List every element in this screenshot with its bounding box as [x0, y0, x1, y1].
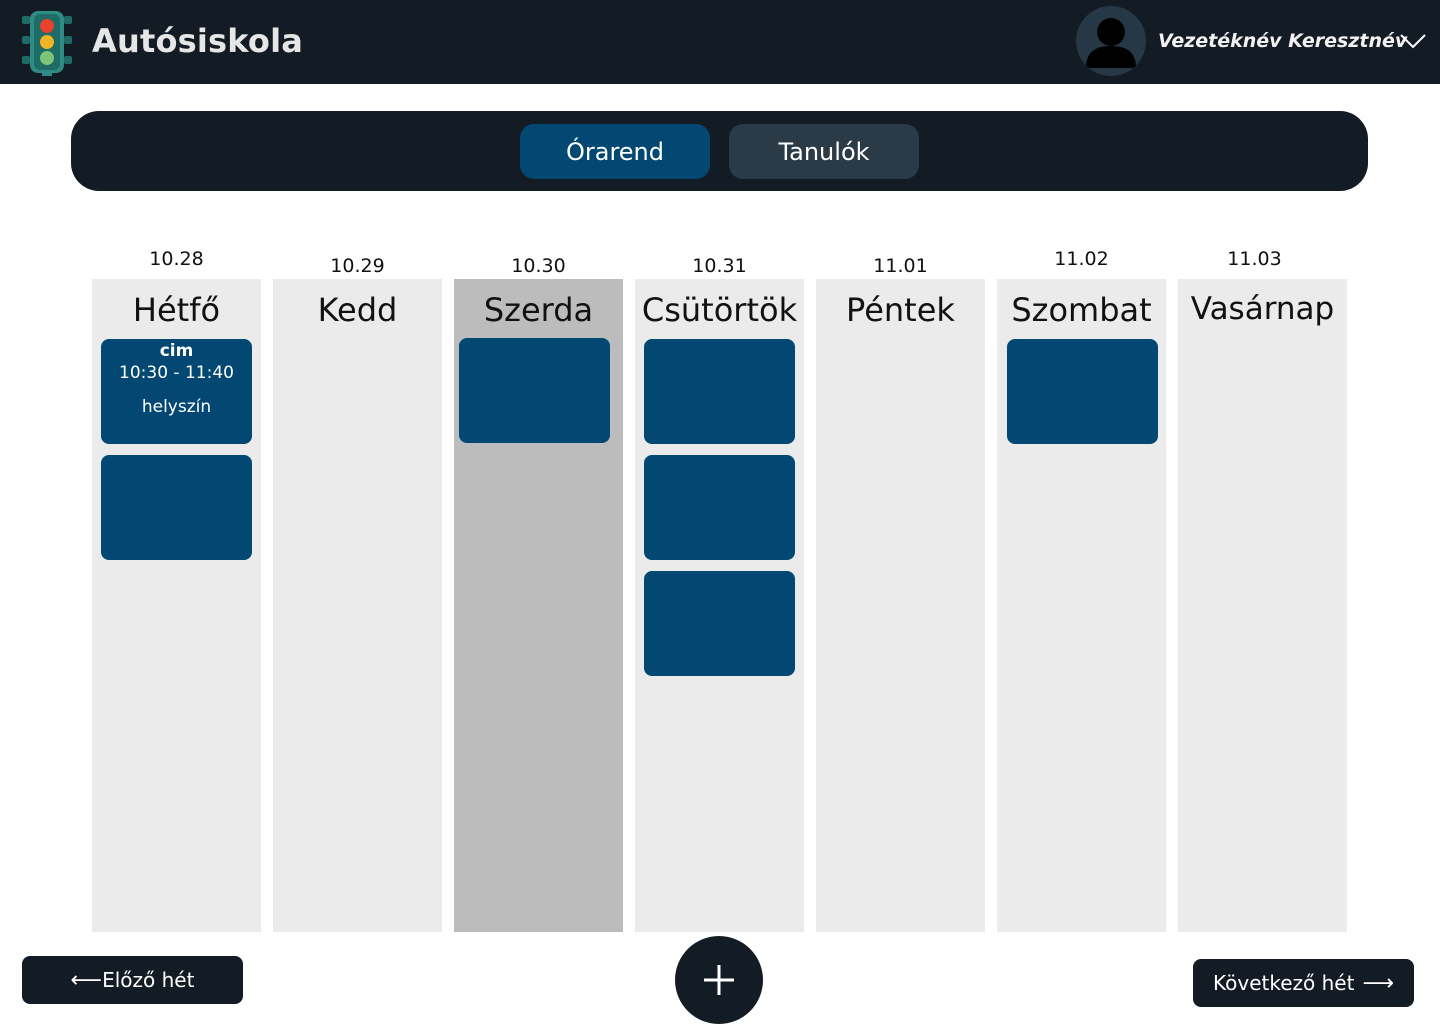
event-card[interactable]	[644, 455, 795, 560]
day-name: Kedd	[317, 291, 398, 329]
day-name: Hétfő	[132, 291, 221, 329]
avatar[interactable]	[1076, 6, 1146, 76]
day-name: Vasárnap	[1190, 291, 1335, 327]
day-column-saturday[interactable]: Szombat	[997, 279, 1166, 932]
arrow-left-icon: ⟵	[70, 967, 103, 993]
day-name: Szerda	[483, 291, 594, 329]
day-column-friday[interactable]: Péntek	[816, 279, 985, 932]
prev-week-button[interactable]: ⟵ Előző hét	[22, 956, 243, 1004]
day-name: Szombat	[1011, 291, 1152, 329]
next-week-label: Következő hét	[1213, 971, 1355, 995]
event-time: 10:30 - 11:40	[119, 363, 234, 383]
user-name: Vezetéknév Keresztnév	[1158, 30, 1408, 52]
user-silhouette-icon	[1086, 18, 1136, 68]
traffic-light-icon	[22, 11, 72, 76]
event-card[interactable]	[101, 455, 252, 560]
event-title: cim	[159, 341, 194, 361]
event-card[interactable]: cim 10:30 - 11:40 helyszín	[101, 339, 252, 444]
day-column-wednesday[interactable]: Szerda	[454, 279, 623, 932]
day-column-tuesday[interactable]: Kedd	[273, 279, 442, 932]
day-date-sunday: 11.03	[1227, 248, 1282, 270]
tab-students[interactable]: Tanulók	[729, 124, 919, 179]
event-card[interactable]	[644, 571, 795, 676]
day-name: Csütörtök	[641, 291, 798, 329]
event-card[interactable]	[459, 338, 610, 443]
day-date-friday: 11.01	[873, 255, 928, 277]
day-date-wednesday: 10.30	[511, 255, 566, 277]
chevron-down-icon[interactable]	[1400, 32, 1426, 50]
tab-bar: Órarend Tanulók	[71, 111, 1368, 191]
day-name: Péntek	[846, 291, 955, 329]
app-title: Autósiskola	[92, 22, 304, 60]
day-date-saturday: 11.02	[1054, 248, 1109, 270]
event-card[interactable]	[1007, 339, 1158, 444]
event-card[interactable]	[644, 339, 795, 444]
event-location: helyszín	[141, 397, 212, 417]
arrow-right-icon: ⟶	[1362, 970, 1394, 996]
top-bar: Autósiskola Vezetéknév Keresztnév	[0, 0, 1440, 84]
day-date-monday: 10.28	[149, 248, 204, 270]
day-column-sunday[interactable]: Vasárnap	[1178, 279, 1347, 932]
next-week-button[interactable]: Következő hét ⟶	[1193, 959, 1414, 1007]
day-date-tuesday: 10.29	[330, 255, 385, 277]
day-date-thursday: 10.31	[692, 255, 747, 277]
prev-week-label: Előző hét	[102, 968, 195, 992]
add-event-button[interactable]	[675, 936, 763, 1024]
day-column-monday[interactable]: Hétfő cim 10:30 - 11:40 helyszín	[92, 279, 261, 932]
plus-icon	[704, 965, 734, 995]
tab-timetable[interactable]: Órarend	[520, 124, 710, 179]
day-column-thursday[interactable]: Csütörtök	[635, 279, 804, 932]
user-menu[interactable]: Vezetéknév Keresztnév	[1076, 6, 1428, 78]
